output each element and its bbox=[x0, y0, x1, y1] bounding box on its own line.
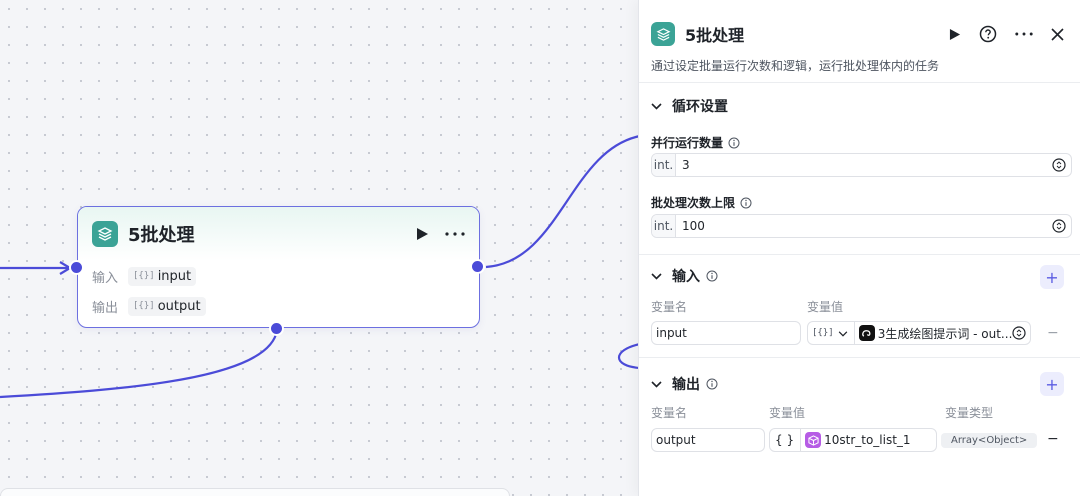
batch-limit-text: 批处理次数上限 bbox=[651, 196, 736, 210]
parallel-count-value[interactable]: 3 bbox=[676, 158, 1047, 172]
close-icon[interactable] bbox=[1051, 27, 1064, 41]
batch-limit-value[interactable]: 100 bbox=[676, 219, 1047, 233]
array-bracket-icon: [{}] bbox=[133, 271, 155, 281]
chevron-down-icon[interactable] bbox=[651, 376, 662, 392]
parallel-count-label: 并行运行数量 bbox=[651, 134, 740, 151]
node-input-value: input bbox=[157, 268, 192, 284]
stepper-icon[interactable] bbox=[1047, 158, 1071, 172]
info-icon[interactable] bbox=[706, 270, 718, 282]
node-input-label: 输入 bbox=[92, 270, 119, 286]
node-output-value: output bbox=[157, 298, 201, 314]
output-section-title: 输出 bbox=[672, 377, 700, 393]
chevron-down-icon[interactable] bbox=[651, 268, 662, 284]
int-prefix: int. bbox=[652, 154, 676, 176]
input-ref-value: 3生成绘图提示词 - out... bbox=[877, 326, 1013, 341]
output-section-header[interactable]: 输出 bbox=[651, 374, 718, 394]
node-right-port[interactable] bbox=[470, 259, 485, 274]
output-var-name-field[interactable]: output bbox=[651, 428, 765, 452]
node-left-port[interactable] bbox=[69, 260, 84, 275]
output-type-tag: Array<Object> bbox=[941, 433, 1038, 448]
output-col-name: 变量名 bbox=[651, 406, 688, 420]
parallel-count-input[interactable]: int. 3 bbox=[651, 153, 1072, 177]
loop-section-title: 循环设置 bbox=[672, 99, 728, 115]
layers-icon bbox=[651, 22, 675, 46]
layers-icon bbox=[92, 221, 118, 247]
array-bracket-icon: [{}] bbox=[133, 301, 155, 311]
node-bottom-port[interactable] bbox=[269, 321, 284, 336]
input-section-header[interactable]: 输入 bbox=[651, 266, 718, 286]
help-icon[interactable] bbox=[979, 25, 997, 43]
remove-output-button[interactable]: − bbox=[1047, 431, 1059, 447]
divider bbox=[639, 254, 1080, 255]
edge-node-to-panel bbox=[485, 134, 641, 269]
chevron-down-icon[interactable] bbox=[838, 326, 848, 340]
play-icon[interactable] bbox=[416, 227, 429, 241]
divider bbox=[639, 357, 1080, 358]
batch-limit-label: 批处理次数上限 bbox=[651, 194, 752, 211]
more-icon[interactable] bbox=[445, 232, 465, 236]
output-var-value-field[interactable]: { } 10str_to_list_1 bbox=[769, 428, 937, 452]
node-input-row: 输入 [{}] input bbox=[78, 261, 479, 291]
stepper-icon[interactable] bbox=[1012, 326, 1030, 340]
input-col-value: 变量值 bbox=[807, 300, 844, 314]
input-var-value-field[interactable]: [{}] 3生成绘图提示词 - out... bbox=[807, 321, 1031, 345]
loop-section-header[interactable]: 循环设置 bbox=[651, 96, 728, 116]
output-ref-value: 10str_to_list_1 bbox=[824, 433, 911, 447]
info-icon[interactable] bbox=[728, 137, 740, 149]
node-header: 5批处理 bbox=[78, 207, 479, 261]
add-output-button[interactable]: + bbox=[1040, 372, 1064, 396]
play-icon[interactable] bbox=[949, 28, 961, 41]
node-settings-panel: 5批处理 通过设定批量运行次数和逻辑，运行批处理体内的任务 循环设置 并行运行数… bbox=[638, 0, 1080, 496]
batch-node[interactable]: 5批处理 输入 [{}] input 输出 [{}] output bbox=[77, 206, 480, 328]
edge-loop-behind-panel bbox=[618, 342, 641, 370]
output-col-type: 变量类型 bbox=[945, 406, 994, 420]
chevron-down-icon[interactable] bbox=[651, 98, 662, 114]
array-type-icon: [{}] bbox=[812, 328, 834, 338]
object-brace-icon: { } bbox=[770, 429, 802, 451]
node-output-label: 输出 bbox=[92, 300, 119, 316]
batch-limit-input[interactable]: int. 100 bbox=[651, 214, 1072, 238]
panel-title: 5批处理 bbox=[685, 26, 745, 45]
node-output-row: 输出 [{}] output bbox=[78, 291, 479, 321]
more-icon[interactable] bbox=[1015, 32, 1033, 36]
panel-description: 通过设定批量运行次数和逻辑，运行批处理体内的任务 bbox=[651, 59, 940, 73]
edge-node-bottom bbox=[0, 329, 279, 399]
input-var-name-field[interactable]: input bbox=[651, 321, 801, 345]
parallel-count-text: 并行运行数量 bbox=[651, 136, 724, 150]
add-input-button[interactable]: + bbox=[1040, 265, 1064, 289]
adjacent-node[interactable] bbox=[0, 488, 510, 496]
model-icon bbox=[858, 325, 875, 341]
int-prefix: int. bbox=[652, 215, 676, 237]
info-icon[interactable] bbox=[706, 378, 718, 390]
node-input-chip: [{}] input bbox=[128, 266, 197, 286]
cube-icon bbox=[805, 432, 822, 448]
divider bbox=[639, 82, 1080, 83]
node-output-chip: [{}] output bbox=[128, 296, 206, 316]
stepper-icon[interactable] bbox=[1047, 219, 1071, 233]
remove-input-button[interactable]: − bbox=[1047, 325, 1059, 341]
node-title: 5批处理 bbox=[128, 225, 195, 246]
input-section-title: 输入 bbox=[672, 269, 700, 285]
info-icon[interactable] bbox=[740, 197, 752, 209]
output-col-value: 变量值 bbox=[769, 406, 806, 420]
input-col-name: 变量名 bbox=[651, 300, 688, 314]
